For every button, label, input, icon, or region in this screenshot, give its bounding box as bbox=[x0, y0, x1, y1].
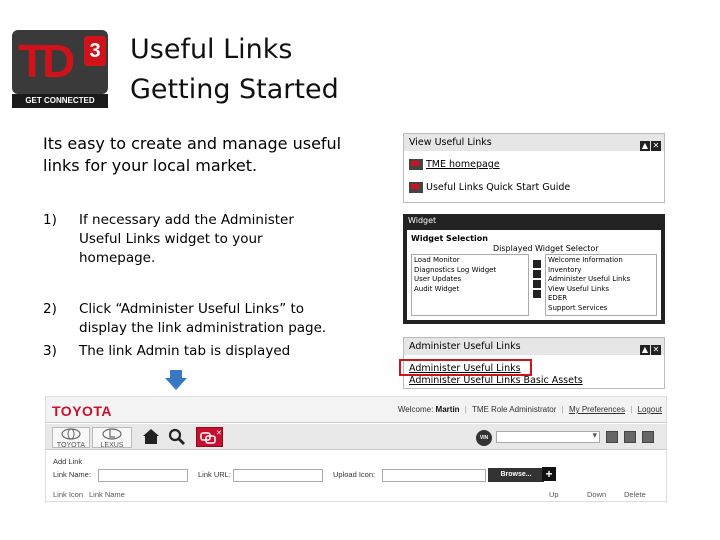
link-icon bbox=[409, 182, 423, 193]
useful-links-tab[interactable]: ✕ bbox=[196, 427, 223, 447]
upload-icon-input[interactable] bbox=[382, 469, 486, 482]
widget-inner: Widget Selection Displayed Widget Select… bbox=[407, 230, 661, 320]
close-icon[interactable]: ✕ bbox=[651, 141, 661, 151]
useful-link-item[interactable]: TME homepage bbox=[409, 159, 500, 170]
down-arrow-icon bbox=[165, 370, 187, 390]
title-line-2: Getting Started bbox=[130, 74, 339, 105]
lock-icon[interactable] bbox=[624, 431, 636, 443]
list-item[interactable]: Audit Widget bbox=[414, 285, 526, 295]
highlight-box bbox=[399, 359, 532, 376]
view-useful-links-panel: View Useful Links ▲ ✕ TME homepage Useful… bbox=[403, 133, 665, 203]
list-item[interactable]: EDER bbox=[548, 294, 654, 304]
logo-mark: TD bbox=[18, 35, 75, 87]
panel-controls: ▲ ✕ bbox=[639, 137, 661, 154]
step-text: The link Admin tab is displayed bbox=[79, 343, 291, 359]
logo-box: TD 3 bbox=[12, 30, 108, 94]
home-icon[interactable] bbox=[143, 429, 159, 444]
vin-select[interactable] bbox=[496, 430, 600, 443]
upload-icon-label: Upload Icon: bbox=[333, 470, 376, 479]
toyota-logo: TOYOTA bbox=[52, 403, 113, 419]
close-icon[interactable]: ✕ bbox=[651, 345, 661, 355]
list-item[interactable]: User Updates bbox=[414, 275, 526, 285]
administer-useful-links-basic-link[interactable]: Administer Useful Links Basic Assets bbox=[409, 375, 583, 386]
list-item[interactable]: Welcome Information bbox=[548, 256, 654, 266]
link-name-input[interactable] bbox=[98, 469, 188, 482]
column-up: Up bbox=[549, 490, 559, 499]
tab-label: LEXUS bbox=[100, 442, 124, 449]
panel-title: Administer Useful Links bbox=[409, 341, 521, 352]
panel-title: View Useful Links bbox=[409, 137, 492, 148]
step-text: Click “Administer Useful Links” to displ… bbox=[79, 301, 327, 336]
link-icon bbox=[409, 159, 423, 170]
step-number: 2) bbox=[43, 301, 57, 317]
logo-superscript: 3 bbox=[84, 36, 106, 66]
available-widgets-list[interactable]: Load Monitor Diagnostics Log Widget User… bbox=[411, 254, 529, 316]
displayed-widget-label: Displayed Widget Selector bbox=[493, 244, 599, 253]
logout-link[interactable]: Logout bbox=[638, 405, 662, 414]
panel-controls: ▲ ✕ bbox=[639, 341, 661, 358]
collapse-icon[interactable]: ▲ bbox=[640, 345, 650, 355]
intro-text: Its easy to create and manage useful lin… bbox=[43, 134, 342, 175]
move-arrows bbox=[533, 260, 541, 300]
step-number: 1) bbox=[43, 212, 57, 228]
list-item[interactable]: Support Services bbox=[548, 304, 654, 314]
widget-selection-panel: Widget Widget Selection Displayed Widget… bbox=[403, 214, 665, 324]
browse-button[interactable]: Browse... bbox=[488, 468, 544, 482]
link-name-label: Link Name: bbox=[53, 470, 91, 479]
welcome-label: Welcome: bbox=[397, 405, 434, 414]
vin-icon[interactable]: VIN bbox=[476, 430, 492, 446]
step-number: 3) bbox=[43, 343, 57, 359]
column-link-icon: Link Icon bbox=[53, 490, 84, 499]
step-text: If necessary add the Administer Useful L… bbox=[79, 212, 294, 266]
list-item[interactable]: Load Monitor bbox=[414, 256, 526, 266]
toyota-app-window: TOYOTA Welcome: Martin | TME Role Admini… bbox=[45, 396, 667, 502]
move-right-icon[interactable] bbox=[533, 270, 541, 278]
list-item[interactable]: Diagnostics Log Widget bbox=[414, 266, 526, 276]
app-header: TOYOTA Welcome: Martin | TME Role Admini… bbox=[46, 397, 666, 423]
move-down-icon[interactable] bbox=[533, 290, 541, 298]
move-up-icon[interactable] bbox=[533, 260, 541, 268]
lexus-emblem-icon bbox=[102, 428, 122, 440]
link-icon: ✕ bbox=[200, 429, 222, 444]
user-bar: Welcome: Martin | TME Role Administrator… bbox=[397, 405, 662, 414]
list-item[interactable]: Inventory bbox=[548, 266, 654, 276]
trash-icon[interactable] bbox=[642, 431, 654, 443]
column-link-name: Link Name bbox=[89, 490, 125, 499]
column-delete: Delete bbox=[624, 490, 646, 499]
tab-label: TOYOTA bbox=[56, 442, 86, 449]
displayed-widgets-list[interactable]: Welcome Information Inventory Administer… bbox=[545, 254, 657, 316]
tab-lexus[interactable]: LEXUS bbox=[92, 427, 132, 449]
collapse-icon[interactable]: ▲ bbox=[640, 141, 650, 151]
add-link-button[interactable]: + bbox=[542, 467, 556, 481]
svg-text:✕: ✕ bbox=[216, 429, 222, 437]
widget-section-title: Widget Selection bbox=[411, 234, 488, 243]
page-title: Useful Links Getting Started bbox=[130, 30, 339, 110]
list-item[interactable]: Administer Useful Links bbox=[548, 275, 654, 285]
link-url-input[interactable] bbox=[233, 469, 323, 482]
my-preferences-link[interactable]: My Preferences bbox=[569, 405, 625, 414]
user-name: Martin bbox=[435, 405, 460, 414]
add-link-title: Add Link bbox=[53, 457, 83, 466]
apply-icon[interactable] bbox=[606, 431, 618, 443]
useful-link-item[interactable]: Useful Links Quick Start Guide bbox=[409, 182, 570, 193]
widget-panel-title: Widget bbox=[408, 216, 437, 225]
list-item[interactable]: View Useful Links bbox=[548, 285, 654, 295]
app-toolbar: TOYOTA LEXUS ✕ VIN bbox=[46, 424, 666, 450]
column-down: Down bbox=[587, 490, 607, 499]
panel-header: Administer Useful Links ▲ ✕ bbox=[404, 338, 664, 355]
tab-toyota[interactable]: TOYOTA bbox=[52, 427, 90, 449]
useful-link-label[interactable]: TME homepage bbox=[426, 159, 500, 170]
toyota-emblem-icon bbox=[61, 428, 81, 440]
search-icon[interactable] bbox=[168, 428, 185, 445]
useful-link-label[interactable]: Useful Links Quick Start Guide bbox=[426, 182, 570, 193]
user-role: TME Role Administrator bbox=[471, 405, 557, 414]
td3-logo: TD 3 GET CONNECTED bbox=[12, 30, 108, 108]
title-line-1: Useful Links bbox=[130, 34, 293, 65]
logo-tagline: GET CONNECTED bbox=[12, 94, 108, 108]
panel-header: View Useful Links ▲ ✕ bbox=[404, 134, 664, 151]
link-url-label: Link URL: bbox=[198, 470, 231, 479]
move-left-icon[interactable] bbox=[533, 280, 541, 288]
